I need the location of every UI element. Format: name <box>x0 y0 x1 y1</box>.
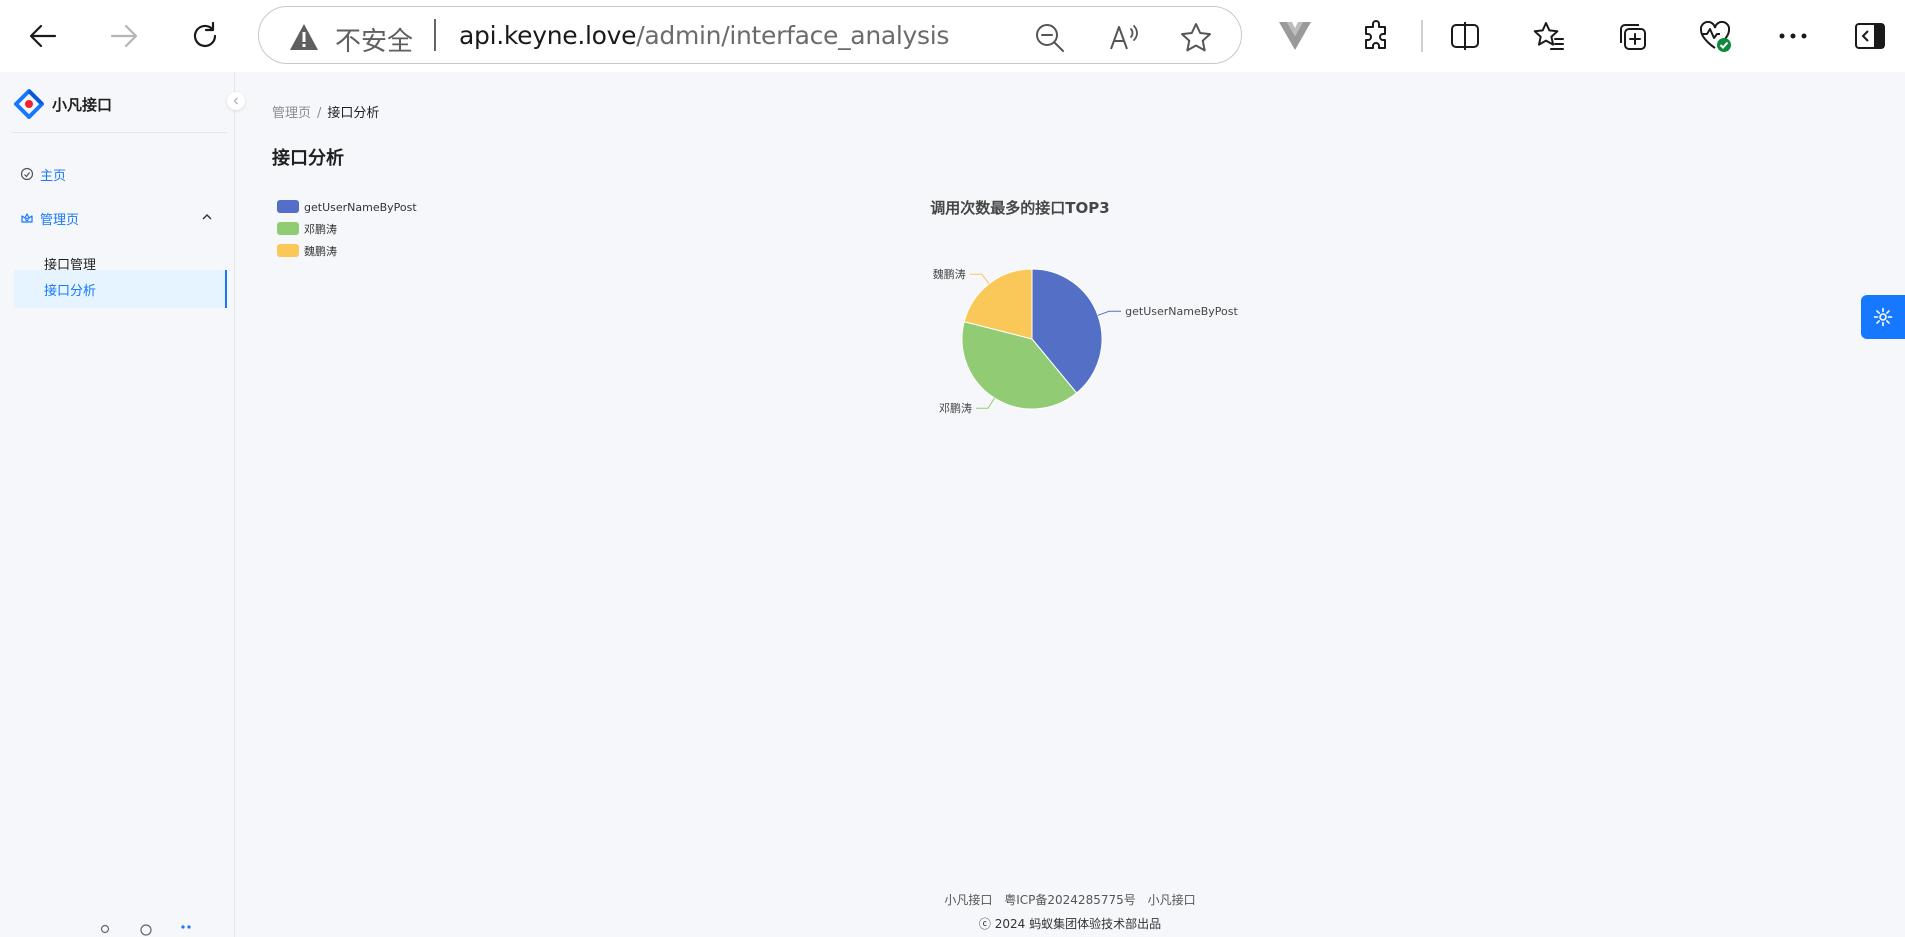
address-divider <box>434 19 436 51</box>
legend-swatch[interactable] <box>277 200 299 213</box>
footer-links: 小凡接口 粤ICP备2024285775号 小凡接口 <box>235 891 1905 908</box>
sidebar-item-label: 主页 <box>40 168 67 184</box>
pie-slices <box>961 268 1103 410</box>
page-title: 接口分析 <box>272 148 344 169</box>
vue-devtools-icon[interactable] <box>1275 16 1315 56</box>
split-screen-icon[interactable] <box>1445 16 1485 56</box>
legend-swatch[interactable] <box>277 222 299 235</box>
browser-essentials-icon[interactable] <box>1695 16 1735 56</box>
address-bar[interactable]: 不安全 api.keyne.love/admin/interface_analy… <box>258 6 1242 64</box>
chart-title: 调用次数最多的接口TOP3 <box>930 199 1109 217</box>
crown-icon <box>20 211 34 225</box>
more-icon[interactable] <box>1773 16 1813 56</box>
pie-label: 魏鹏涛 <box>933 267 966 281</box>
top3-pie-chart: getUserNameByPost邓鹏涛魏鹏涛 调用次数最多的接口TOP3 ge… <box>277 199 1238 415</box>
breadcrumb-parent[interactable]: 管理页 <box>272 106 311 121</box>
pie-label: 邓鹏涛 <box>939 401 972 415</box>
sidebar-item-home[interactable]: 主页 <box>14 155 227 193</box>
url-path: /admin/interface_analysis <box>636 21 950 50</box>
favorites-icon[interactable] <box>1529 16 1569 56</box>
extensions-icon[interactable] <box>1357 16 1397 56</box>
sidebar-actions <box>100 924 192 936</box>
antd-logo-icon <box>14 89 44 119</box>
legend-label[interactable]: 魏鹏涛 <box>304 244 337 258</box>
chevron-left-icon <box>233 97 238 105</box>
legend-label[interactable]: 邓鹏涛 <box>304 222 337 236</box>
gear-icon <box>1873 307 1893 327</box>
apps-icon[interactable] <box>180 924 192 936</box>
pie-label-line <box>976 397 995 409</box>
breadcrumb-current: 接口分析 <box>327 106 380 121</box>
pie-label-line <box>969 273 990 284</box>
logo[interactable]: 小凡接口 <box>14 88 112 120</box>
sidebar-item-label: 管理页 <box>40 212 80 228</box>
collections-icon[interactable] <box>1612 16 1652 56</box>
forward-icon[interactable] <box>102 14 146 58</box>
pie-label: getUserNameByPost <box>1125 305 1238 318</box>
chevron-up-icon[interactable] <box>201 211 213 223</box>
chart-legend: getUserNameByPost 邓鹏涛魏鹏涛 <box>277 200 417 258</box>
app-page: 小凡接口 主页 管理页 接口管理 接口分析 管理页 / 接口分析 接口分析 ge… <box>0 72 1905 937</box>
footer-copyright: ⓒ 2024 蚂蚁集团体验技术部出品 <box>978 917 1162 931</box>
insecure-label[interactable]: 不安全 <box>335 21 413 58</box>
favorite-star-icon[interactable] <box>1179 21 1213 55</box>
url-text[interactable]: api.keyne.love/admin/interface_analysis <box>459 21 949 50</box>
read-aloud-icon[interactable] <box>1107 21 1141 55</box>
footer-link[interactable]: 小凡接口 <box>944 893 992 907</box>
question-icon[interactable] <box>140 924 152 936</box>
legend-label[interactable]: getUserNameByPost <box>304 201 417 214</box>
zoom-out-icon[interactable] <box>1033 21 1067 55</box>
refresh-icon[interactable] <box>183 14 227 58</box>
search-icon[interactable] <box>100 924 112 936</box>
breadcrumb-separator: / <box>317 106 322 121</box>
browser-toolbar: 不安全 api.keyne.love/admin/interface_analy… <box>0 0 1905 72</box>
warning-icon[interactable] <box>289 23 319 51</box>
url-host: api.keyne.love <box>459 21 637 50</box>
pie-label-line <box>1097 310 1122 316</box>
legend-swatch[interactable] <box>277 244 299 257</box>
sidebar: 小凡接口 主页 管理页 接口管理 接口分析 <box>0 72 235 937</box>
dashboard-icon <box>20 167 34 181</box>
sidebar-divider <box>12 132 227 133</box>
settings-drawer-button[interactable] <box>1861 295 1905 339</box>
sidebar-item-interface-analysis[interactable]: 接口分析 <box>14 270 227 308</box>
sidebar-item-label: 接口分析 <box>44 283 97 299</box>
footer-link[interactable]: 小凡接口 <box>1148 893 1196 907</box>
back-icon[interactable] <box>21 14 65 58</box>
breadcrumb: 管理页 / 接口分析 <box>272 102 379 121</box>
sidebar-icon[interactable] <box>1850 16 1890 56</box>
sidebar-item-admin[interactable]: 管理页 <box>14 199 227 237</box>
footer-link-icp[interactable]: 粤ICP备2024285775号 <box>1004 893 1136 907</box>
logo-text: 小凡接口 <box>52 95 113 114</box>
collapse-sidebar-button[interactable] <box>227 92 245 110</box>
toolbar-divider <box>1421 20 1423 52</box>
